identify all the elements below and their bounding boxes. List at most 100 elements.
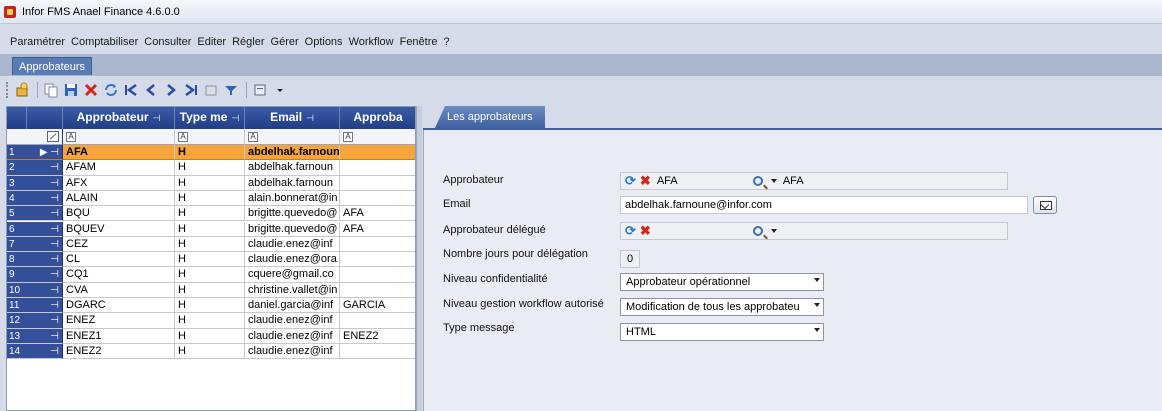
cell-approba[interactable]: [340, 191, 415, 207]
cell-approba[interactable]: [340, 252, 415, 268]
table-row[interactable]: 2 ⊣ AFAM Habdelhak.farnoun: [7, 160, 415, 176]
cell-approbateur[interactable]: AFAM: [63, 160, 175, 176]
cell-email[interactable]: claudie.enez@ora: [245, 252, 340, 268]
filter-approba[interactable]: A: [340, 129, 415, 145]
chevron-down-icon[interactable]: [770, 179, 777, 183]
menu-fenetre[interactable]: Fenêtre: [400, 36, 438, 48]
expand-icon[interactable]: ⊣: [50, 285, 59, 296]
cell-approbateur[interactable]: AFX: [63, 175, 175, 191]
cell-approba[interactable]: AFA: [340, 222, 415, 237]
filter-icon[interactable]: [222, 81, 240, 99]
cell-approba[interactable]: [340, 283, 415, 298]
last-record-icon[interactable]: [182, 81, 200, 99]
pin-icon[interactable]: ⊣: [153, 113, 161, 123]
expand-icon[interactable]: ⊣: [50, 254, 59, 265]
refresh-icon[interactable]: ⟳: [625, 173, 636, 189]
menu-help[interactable]: ?: [444, 36, 450, 48]
send-email-button[interactable]: [1033, 196, 1057, 214]
type-message-select[interactable]: HTML: [620, 323, 824, 341]
refresh-icon[interactable]: ⟳: [625, 223, 636, 239]
copy-icon[interactable]: [42, 81, 60, 99]
expand-icon[interactable]: ⊣: [50, 300, 59, 311]
table-row[interactable]: 5 ⊣ BQU Hbrigitte.quevedo@ AFA: [7, 206, 415, 222]
expand-icon[interactable]: ⊣: [50, 224, 59, 235]
cell-type[interactable]: H: [175, 252, 245, 268]
cell-email[interactable]: claudie.enez@inf: [245, 236, 340, 253]
nb-jours-field[interactable]: 0: [620, 250, 640, 268]
delegue-field[interactable]: ⟳ ✖: [620, 222, 1008, 240]
cell-email[interactable]: cquere@gmail.co: [245, 267, 340, 283]
row-expander[interactable]: ▶ ⊣: [27, 145, 63, 161]
clear-filter-icon[interactable]: [47, 131, 59, 142]
cell-type[interactable]: H: [175, 328, 245, 344]
tab-les-approbateurs[interactable]: Les approbateurs: [435, 106, 545, 128]
tab-approbateurs[interactable]: Approbateurs: [12, 57, 93, 75]
menu-regler[interactable]: Régler: [232, 36, 264, 48]
refresh-icon[interactable]: [102, 81, 120, 99]
row-expander[interactable]: ⊣: [27, 236, 63, 253]
cell-approba[interactable]: [340, 237, 415, 253]
filter-operator-icon[interactable]: A: [248, 132, 258, 142]
pin-icon[interactable]: ⊣: [231, 113, 239, 123]
expand-icon[interactable]: ⊣: [50, 315, 59, 326]
row-expander[interactable]: ⊣: [27, 252, 63, 268]
cell-approbateur[interactable]: CQ1: [63, 267, 175, 283]
table-row[interactable]: 7 ⊣ CEZ Hclaudie.enez@inf: [7, 236, 415, 253]
cell-approba[interactable]: AFA: [340, 206, 415, 222]
email-field[interactable]: abdelhak.farnoune@infor.com: [620, 196, 1028, 214]
cell-approbateur[interactable]: ENEZ: [63, 313, 175, 329]
chevron-down-icon[interactable]: [814, 278, 820, 282]
cell-type[interactable]: H: [175, 160, 245, 176]
menu-options[interactable]: Options: [305, 36, 343, 48]
menu-gerer[interactable]: Gérer: [271, 36, 299, 48]
row-expander[interactable]: ⊣: [27, 328, 63, 344]
cell-type[interactable]: H: [175, 190, 245, 207]
search-icon[interactable]: [752, 176, 763, 186]
expand-icon[interactable]: ⊣: [50, 346, 59, 357]
cell-type[interactable]: H: [175, 145, 245, 161]
cell-approbateur[interactable]: BQUEV: [63, 221, 175, 237]
table-row[interactable]: 3 ⊣ AFX Habdelhak.farnoun: [7, 175, 415, 191]
cell-approba[interactable]: [340, 344, 415, 360]
column-header-approba[interactable]: Approba: [340, 107, 415, 129]
table-row[interactable]: 11 ⊣ DGARC Hdaniel.garcia@inf GARCIA: [7, 298, 415, 314]
table-row[interactable]: 13 ⊣ ENEZ1 Hclaudie.enez@inf ENEZ2: [7, 328, 415, 344]
table-row[interactable]: 9 ⊣ CQ1 Hcquere@gmail.co: [7, 267, 415, 283]
expand-icon[interactable]: ⊣: [50, 162, 59, 173]
cell-approba[interactable]: [340, 145, 415, 161]
cell-type[interactable]: H: [175, 282, 245, 298]
column-header-email[interactable]: Email ⊣: [245, 107, 340, 129]
expand-icon[interactable]: ⊣: [50, 331, 59, 342]
filter-operator-icon[interactable]: A: [178, 132, 188, 142]
cell-approbateur[interactable]: CL: [63, 252, 175, 268]
row-expander[interactable]: ⊣: [27, 343, 63, 360]
row-expander[interactable]: ⊣: [27, 313, 63, 329]
expand-icon[interactable]: ⊣: [50, 208, 59, 219]
row-expander[interactable]: ⊣: [27, 175, 63, 191]
cell-approbateur[interactable]: CEZ: [63, 236, 175, 253]
filter-operator-icon[interactable]: A: [66, 132, 76, 142]
cell-email[interactable]: alain.bonnerat@in: [245, 190, 340, 207]
previous-record-icon[interactable]: [142, 81, 160, 99]
expand-icon[interactable]: ⊣: [50, 239, 59, 250]
expand-icon[interactable]: ⊣: [50, 178, 59, 189]
cell-type[interactable]: H: [175, 313, 245, 329]
current-row-icon[interactable]: ▶ ⊣: [40, 147, 59, 158]
cell-approba[interactable]: [340, 176, 415, 191]
cell-email[interactable]: brigitte.quevedo@: [245, 221, 340, 237]
toolbar-grip[interactable]: [6, 82, 9, 98]
print-icon[interactable]: [251, 81, 269, 99]
chevron-down-icon[interactable]: [814, 328, 820, 332]
table-row[interactable]: 8 ⊣ CL Hclaudie.enez@ora: [7, 252, 415, 268]
cell-approba[interactable]: [340, 160, 415, 176]
table-row[interactable]: 12 ⊣ ENEZ Hclaudie.enez@inf: [7, 313, 415, 329]
column-header-type[interactable]: Type me ⊣: [175, 107, 245, 129]
cell-email[interactable]: claudie.enez@inf: [245, 343, 340, 360]
menu-workflow[interactable]: Workflow: [349, 36, 394, 48]
cell-approbateur[interactable]: ENEZ1: [63, 328, 175, 344]
delete-icon[interactable]: [82, 81, 100, 99]
menu-parametrer[interactable]: Paramétrer: [10, 36, 65, 48]
cell-email[interactable]: daniel.garcia@inf: [245, 298, 340, 314]
cell-email[interactable]: abdelhak.farnoun: [245, 175, 340, 191]
chevron-down-icon[interactable]: [770, 229, 777, 233]
